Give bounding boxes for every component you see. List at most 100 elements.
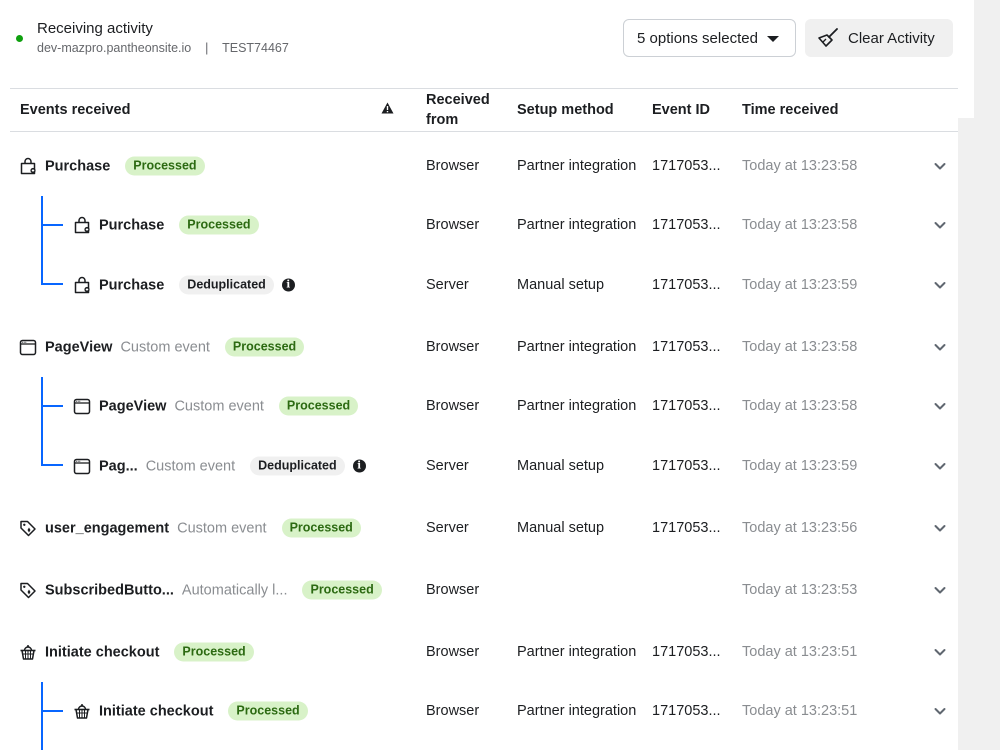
event-type: Automatically l...	[181, 582, 288, 598]
event-name-cell: Purchase Processed	[19, 156, 205, 176]
status-badge: Deduplicated	[250, 456, 345, 476]
chevron-down-icon[interactable]	[933, 461, 947, 471]
status-badge: Processed	[228, 701, 308, 721]
table-row-child[interactable]: Purchase Processed Browser Partner integrat…	[0, 195, 958, 255]
event-id: 1717053...	[652, 398, 721, 414]
table-row[interactable]: Initiate checkout Processed Browser Partner…	[0, 622, 958, 682]
event-name-cell: Initiate checkout Processed	[73, 701, 308, 721]
table-row[interactable]: SubscribedButto... Automatically l... Proc…	[0, 560, 958, 620]
received-from: Browser	[426, 339, 480, 355]
time-received: Today at 13:23:58	[742, 339, 858, 355]
received-from: Browser	[426, 217, 480, 233]
browser-window-icon	[73, 457, 91, 475]
event-id: 1717053...	[652, 217, 721, 233]
setup-method: Partner integration	[517, 339, 637, 355]
time-received: Today at 13:23:59	[742, 277, 858, 293]
shopping-bag-icon	[73, 276, 91, 294]
status-title: Receiving activity	[37, 20, 153, 37]
table-row[interactable]: Purchase Processed Browser Partner integrat…	[0, 136, 958, 196]
event-name: user_engagement	[45, 520, 170, 536]
status-indicator-icon	[16, 35, 23, 42]
time-received: Today at 13:23:51	[742, 703, 858, 719]
status-badge: Processed	[125, 156, 205, 176]
event-filter-select[interactable]: 5 options selected	[623, 19, 796, 57]
basket-icon	[73, 702, 91, 720]
event-name-cell: SubscribedButto... Automatically l... Proc…	[19, 580, 382, 600]
status-badge: Processed	[278, 396, 359, 416]
event-name: PageView	[45, 339, 113, 355]
clear-activity-button[interactable]: Clear Activity	[805, 19, 953, 57]
status-badge: Processed	[179, 215, 259, 235]
table-row-child[interactable]: Pag... Custom event Deduplicated i Server Man…	[0, 436, 958, 496]
chevron-down-icon[interactable]	[933, 706, 947, 716]
table-row-child[interactable]: PageView Custom event Processed Browser Part…	[0, 376, 958, 436]
activity-header: Receiving activity dev-mazpro.pantheonsi…	[0, 0, 958, 88]
received-from: Browser	[426, 644, 480, 660]
event-name: Initiate checkout	[99, 703, 214, 719]
tag-icon	[19, 519, 37, 537]
info-icon[interactable]: i	[352, 459, 366, 473]
received-from: Server	[426, 520, 469, 536]
setup-method: Manual setup	[517, 458, 605, 474]
event-name-cell: Initiate checkout Processed	[19, 642, 254, 662]
shopping-bag-icon	[19, 157, 37, 175]
event-name-cell: Purchase Deduplicated i	[73, 275, 295, 295]
received-from: Server	[426, 277, 469, 293]
event-name-cell: Pag... Custom event Deduplicated i	[73, 456, 366, 476]
setup-method: Partner integration	[517, 703, 637, 719]
shopping-bag-icon	[73, 216, 91, 234]
col-header-setup-method: Setup method	[517, 102, 614, 118]
chevron-down-icon[interactable]	[933, 523, 947, 533]
event-name-cell: PageView Custom event Processed	[73, 396, 359, 416]
setup-method: Manual setup	[517, 520, 605, 536]
event-name: Pag...	[99, 458, 138, 474]
status-badge: Processed	[224, 337, 305, 357]
received-from: Browser	[426, 398, 480, 414]
chevron-down-icon[interactable]	[933, 342, 947, 352]
event-name: Purchase	[99, 277, 165, 293]
chevron-down-icon[interactable]	[933, 401, 947, 411]
col-header-events: Events received	[20, 102, 131, 118]
table-row-child[interactable]: Initiate checkout Processed Browser Partner…	[0, 681, 958, 741]
status-subtitle: dev-mazpro.pantheonsite.io | TEST74467	[37, 41, 289, 55]
status-badge: Processed	[302, 580, 382, 600]
event-name-cell: Purchase Processed	[73, 215, 259, 235]
chevron-down-icon[interactable]	[933, 585, 947, 595]
event-id: 1717053...	[652, 339, 721, 355]
browser-window-icon	[19, 338, 37, 356]
event-name: PageView	[99, 398, 167, 414]
setup-method: Partner integration	[517, 644, 637, 660]
received-from: Browser	[426, 703, 480, 719]
tag-icon	[19, 581, 37, 599]
col-header-time-received: Time received	[742, 102, 839, 118]
separator: |	[205, 41, 209, 55]
table-row-child[interactable]: Purchase Deduplicated i Server Manual setup 1…	[0, 255, 958, 315]
time-received: Today at 13:23:51	[742, 644, 858, 660]
table-row[interactable]: PageView Custom event Processed Browser Part…	[0, 317, 958, 377]
setup-method: Partner integration	[517, 398, 637, 414]
table-row[interactable]: user_engagement Custom event Processed Serv…	[0, 498, 958, 558]
page-gutter-top	[958, 0, 974, 118]
event-name: Purchase	[45, 158, 111, 174]
received-from: Browser	[426, 582, 480, 598]
site-domain: dev-mazpro.pantheonsite.io	[37, 41, 192, 55]
event-type: Custom event	[174, 398, 264, 414]
event-type: Custom event	[177, 520, 267, 536]
setup-method: Partner integration	[517, 217, 637, 233]
status-badge: Processed	[174, 642, 254, 662]
chevron-down-icon[interactable]	[933, 220, 947, 230]
event-id: 1717053...	[652, 277, 721, 293]
event-name: Purchase	[99, 217, 165, 233]
event-name-cell: PageView Custom event Processed	[19, 337, 305, 357]
chevron-down-icon[interactable]	[933, 161, 947, 171]
time-received: Today at 13:23:59	[742, 458, 858, 474]
broom-icon	[818, 28, 838, 47]
chevron-down-icon[interactable]	[933, 647, 947, 657]
chevron-down-icon[interactable]	[933, 280, 947, 290]
caret-down-icon	[767, 36, 779, 42]
browser-window-icon	[73, 397, 91, 415]
time-received: Today at 13:23:58	[742, 398, 858, 414]
event-name: Initiate checkout	[45, 644, 160, 660]
info-icon[interactable]: i	[281, 278, 295, 292]
col-header-event-id: Event ID	[652, 102, 711, 118]
